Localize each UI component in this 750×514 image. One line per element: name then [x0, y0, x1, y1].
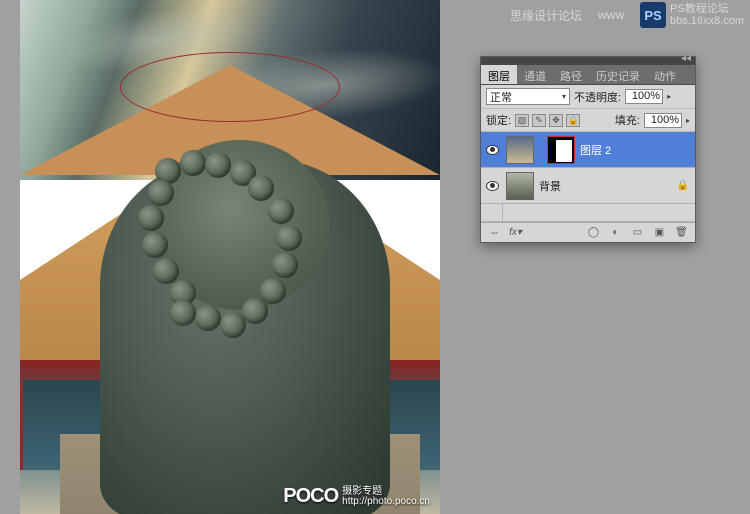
watermark-top: 思缘设计论坛 www PS PS教程论坛 bbs.16xx8.com [510, 2, 744, 28]
panel-topbar[interactable] [481, 57, 695, 65]
tab-0[interactable]: 图层 [481, 65, 517, 84]
tab-3[interactable]: 历史记录 [589, 65, 647, 84]
blend-mode-select[interactable]: 正常 ▾ [486, 88, 570, 105]
mane-curl [272, 252, 298, 278]
dropdown-arrow-icon: ▾ [562, 92, 566, 101]
wm-title: 摄影专题 [342, 487, 430, 497]
layers-list: 图层 2 背景🔒 [481, 132, 695, 204]
chevron-right-icon[interactable]: ▸ [686, 116, 690, 125]
chevron-right-icon[interactable]: ▸ [667, 92, 671, 101]
eye-icon [486, 181, 499, 191]
mane-curl [195, 305, 221, 331]
mane-curl [148, 180, 174, 206]
mane-curl [260, 278, 286, 304]
poco-logo: POCO [283, 485, 338, 508]
ps-text1: PS教程论坛 [670, 3, 744, 15]
mane-curl [268, 198, 294, 224]
mane-curl [180, 150, 206, 176]
tab-4[interactable]: 动作 [647, 65, 683, 84]
mane-curl [138, 205, 164, 231]
fill-label: 填充: [615, 112, 640, 128]
new-layer-icon[interactable]: ▣ [652, 226, 667, 239]
panel-footer: ⇔ fx▾ ◯ ◐ ▭ ▣ 🗑 [481, 222, 695, 242]
panel-tabs: 图层通道路径历史记录动作 [481, 65, 695, 85]
annotation-oval [120, 52, 340, 122]
opacity-input[interactable]: 100% [625, 89, 663, 104]
opacity-label: 不透明度: [574, 89, 621, 105]
mane-curl [276, 225, 302, 251]
lock-brush-icon[interactable]: ✎ [532, 114, 546, 127]
lock-transparent-icon[interactable]: ▨ [515, 114, 529, 127]
layer-row[interactable]: 背景🔒 [481, 168, 695, 204]
layer-name[interactable]: 图层 2 [575, 142, 695, 158]
link-layers-icon[interactable]: ⇔ [487, 226, 502, 239]
folder-icon[interactable]: ▭ [630, 226, 645, 239]
trash-icon[interactable]: 🗑 [674, 226, 689, 239]
mane-curl [248, 175, 274, 201]
watermark-bottom: POCO 摄影专题 http://photo.poco.cn [283, 485, 430, 508]
lock-move-icon[interactable]: ✥ [549, 114, 563, 127]
mask-thumbnail[interactable] [547, 136, 575, 164]
mask-icon[interactable]: ◯ [586, 226, 601, 239]
document-canvas[interactable]: POCO 摄影专题 http://photo.poco.cn [20, 0, 440, 514]
lock-icon: 🔒 [677, 180, 695, 191]
mane-curl [220, 312, 246, 338]
mane-curl [205, 152, 231, 178]
mane-curl [153, 258, 179, 284]
lock-all-icon[interactable]: 🔒 [566, 114, 580, 127]
site1-label: 思缘设计论坛 [510, 7, 582, 24]
layers-panel[interactable]: 图层通道路径历史记录动作 正常 ▾ 不透明度: 100% ▸ 锁定: ▨ ✎ ✥… [480, 56, 696, 243]
eye-icon [486, 145, 499, 155]
layer-name[interactable]: 背景 [534, 178, 677, 194]
lock-label: 锁定: [486, 112, 511, 128]
visibility-toggle[interactable] [481, 181, 503, 191]
layer-row[interactable]: 图层 2 [481, 132, 695, 168]
site1-url: www [598, 8, 624, 22]
ps-text2: bbs.16xx8.com [670, 15, 744, 27]
layer-thumbnail[interactable] [506, 172, 534, 200]
fill-input[interactable]: 100% [644, 113, 682, 128]
tab-1[interactable]: 通道 [517, 65, 553, 84]
tab-2[interactable]: 路径 [553, 65, 589, 84]
fx-icon[interactable]: fx▾ [508, 226, 523, 239]
wm-url: http://photo.poco.cn [342, 497, 430, 507]
layer-thumbnail[interactable] [506, 136, 534, 164]
ps-icon: PS [640, 2, 666, 28]
mane-curl [242, 298, 268, 324]
blend-opacity-row: 正常 ▾ 不透明度: 100% ▸ [481, 85, 695, 109]
visibility-toggle[interactable] [481, 145, 503, 155]
adjustment-icon[interactable]: ◐ [608, 226, 623, 239]
mane-curl [142, 232, 168, 258]
ps-logo-group: PS PS教程论坛 bbs.16xx8.com [640, 2, 744, 28]
mane-curl [170, 300, 196, 326]
lock-icons: ▨ ✎ ✥ 🔒 [515, 114, 580, 127]
blend-mode-value: 正常 [490, 89, 512, 105]
lock-fill-row: 锁定: ▨ ✎ ✥ 🔒 填充: 100% ▸ [481, 109, 695, 132]
spacer-row [481, 204, 695, 222]
